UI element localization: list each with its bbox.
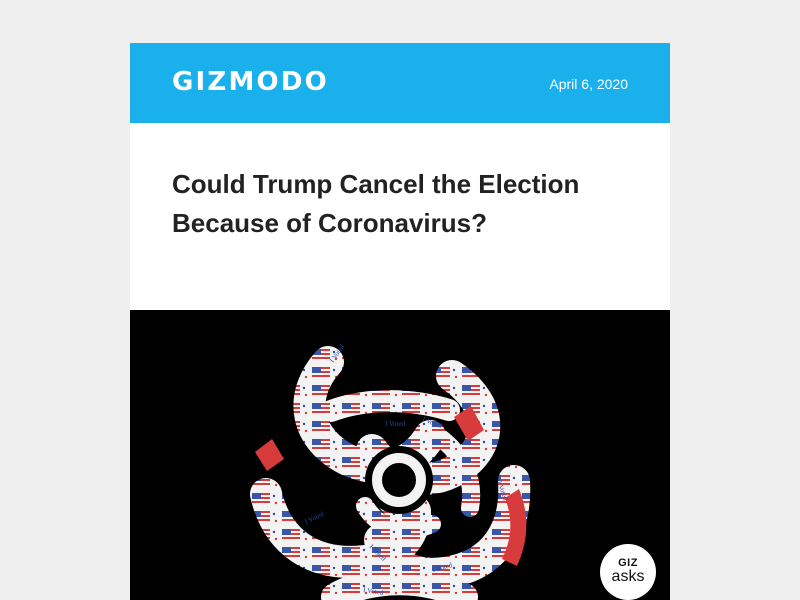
header-bar: GIZMODO April 6, 2020	[130, 43, 670, 123]
giz-asks-badge[interactable]: GIZ asks	[600, 544, 656, 600]
gizmodo-logo[interactable]: GIZMODO	[172, 65, 329, 99]
biohazard-sticker-icon: I Voted I Voted I Voted I Voted I Voted …	[250, 343, 531, 600]
sticker-label: I Voted	[385, 420, 406, 428]
email-body: GIZMODO April 6, 2020 Could Trump Cancel…	[130, 43, 670, 600]
badge-asks-text: asks	[611, 568, 645, 585]
hero-image[interactable]: I Voted I Voted I Voted I Voted I Voted …	[130, 310, 670, 600]
article-headline[interactable]: Could Trump Cancel the Election Because …	[172, 165, 592, 243]
sticker-label: I Voted	[303, 510, 325, 526]
publish-date: April 6, 2020	[549, 76, 628, 92]
